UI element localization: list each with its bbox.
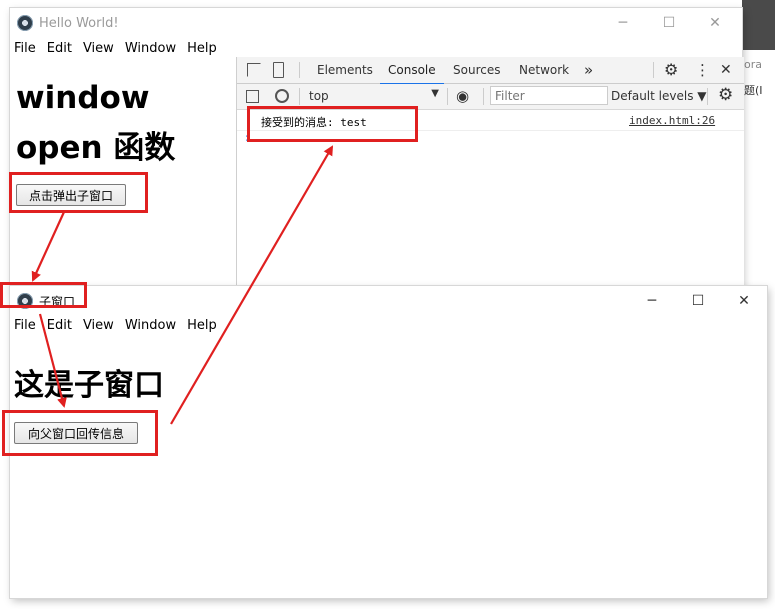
arrow-open-to-child (31, 211, 66, 282)
annotation-arrows (31, 145, 334, 425)
arrow-reply-to-console (170, 145, 334, 425)
arrow-child-to-reply (38, 313, 67, 408)
